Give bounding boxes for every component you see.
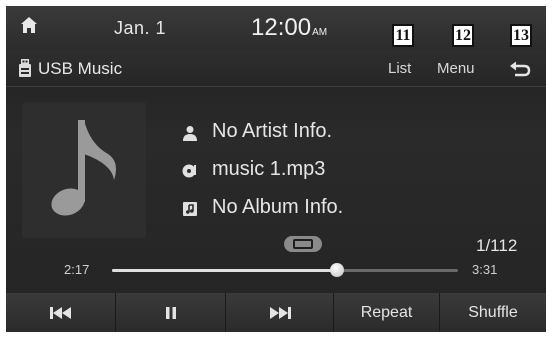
playback-controls: Repeat Shuffle	[6, 293, 546, 332]
date: Jan. 1	[114, 18, 167, 38]
album-art	[22, 102, 146, 238]
title-bar: USB Music List Menu	[6, 50, 546, 87]
progress-fill	[112, 269, 337, 272]
callout-marker-back: 13	[510, 24, 532, 47]
list-button[interactable]: List	[388, 60, 411, 77]
next-track-icon	[269, 306, 291, 319]
next-track-button[interactable]	[226, 293, 334, 332]
pause-button[interactable]	[116, 293, 226, 332]
shuffle-button[interactable]: Shuffle	[440, 293, 546, 332]
progress-thumb[interactable]	[329, 263, 344, 277]
previous-track-icon	[49, 306, 71, 319]
status-bar: Jan. 1 12:00AM 11 12 13	[6, 6, 546, 50]
time: 12:00	[251, 14, 312, 41]
menu-button[interactable]: Menu	[437, 60, 475, 77]
usb-icon	[19, 59, 31, 77]
back-icon[interactable]	[509, 60, 531, 78]
total-time: 3:31	[472, 262, 498, 277]
pause-icon	[165, 306, 176, 319]
usb-music-screen: Jan. 1 12:00AM 11 12 13 USB Music List M…	[6, 6, 546, 332]
repeat-icon	[284, 236, 322, 252]
music-disc-icon	[182, 164, 196, 178]
ampm: AM	[312, 27, 328, 38]
source-title: USB Music	[38, 59, 123, 78]
track-counter: 1/112	[476, 236, 518, 255]
home-icon[interactable]	[20, 16, 38, 34]
album-icon	[183, 202, 197, 216]
music-note-icon	[51, 120, 116, 216]
song-title: music 1.mp3	[212, 158, 326, 180]
figure-frame: Jan. 1 12:00AM 11 12 13 USB Music List M…	[0, 0, 552, 337]
callout-marker-list: 11	[392, 24, 414, 47]
elapsed-time: 2:17	[64, 262, 90, 277]
clock: 12:00AM	[251, 14, 327, 42]
artist-name: No Artist Info.	[212, 120, 333, 142]
callout-marker-menu: 12	[452, 24, 474, 47]
repeat-button[interactable]: Repeat	[334, 293, 440, 332]
person-icon	[183, 126, 197, 141]
progress-bar[interactable]	[112, 263, 458, 277]
previous-track-button[interactable]	[6, 293, 116, 332]
album-name: No Album Info.	[212, 196, 344, 218]
